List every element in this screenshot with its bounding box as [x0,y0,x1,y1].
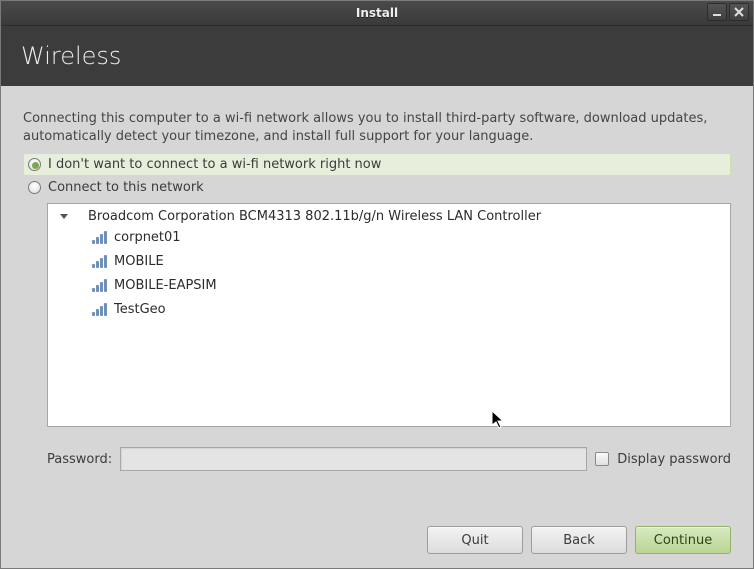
radio-icon [28,181,41,194]
password-input[interactable] [120,447,587,471]
network-name: TestGeo [114,302,166,317]
quit-button[interactable]: Quit [427,526,523,554]
window-title: Install [356,6,398,20]
wifi-signal-icon [92,302,108,316]
adapter-name: Broadcom Corporation BCM4313 802.11b/g/n… [76,209,541,224]
close-button[interactable] [729,3,749,21]
password-row: Password: Display password [47,447,731,471]
content: Connecting this computer to a wi-fi netw… [1,86,753,514]
page-title: Wireless [21,42,121,70]
minimize-icon [712,7,722,17]
network-name: MOBILE-EAPSIM [114,278,217,293]
radio-no-connect[interactable]: I don't want to connect to a wi-fi netwo… [23,153,731,176]
adapter-row[interactable]: Broadcom Corporation BCM4313 802.11b/g/n… [50,208,728,225]
radio-icon [28,158,41,171]
network-list[interactable]: Broadcom Corporation BCM4313 802.11b/g/n… [47,203,731,427]
titlebar: Install [1,1,753,26]
radio-connect[interactable]: Connect to this network [23,176,731,199]
continue-button[interactable]: Continue [635,526,731,554]
button-bar: Quit Back Continue [1,514,753,568]
wifi-signal-icon [92,230,108,244]
network-item[interactable]: MOBILE-EAPSIM [50,273,728,297]
titlebar-controls [707,3,749,21]
minimize-button[interactable] [707,3,727,21]
network-item[interactable]: corpnet01 [50,225,728,249]
network-name: corpnet01 [114,230,181,245]
display-password-label: Display password [617,452,731,467]
wifi-signal-icon [92,254,108,268]
radio-label-no-connect: I don't want to connect to a wi-fi netwo… [48,157,381,172]
chevron-down-icon [60,214,68,219]
password-label: Password: [47,452,112,467]
intro-text: Connecting this computer to a wi-fi netw… [23,110,731,145]
page-header: Wireless [1,26,753,86]
wifi-signal-icon [92,278,108,292]
network-name: MOBILE [114,254,164,269]
install-window: Install Wireless Connecting this compute… [0,0,754,569]
radio-label-connect: Connect to this network [48,180,204,195]
back-button[interactable]: Back [531,526,627,554]
network-item[interactable]: TestGeo [50,297,728,321]
close-icon [734,7,744,17]
display-password-checkbox[interactable] [595,452,609,466]
network-item[interactable]: MOBILE [50,249,728,273]
